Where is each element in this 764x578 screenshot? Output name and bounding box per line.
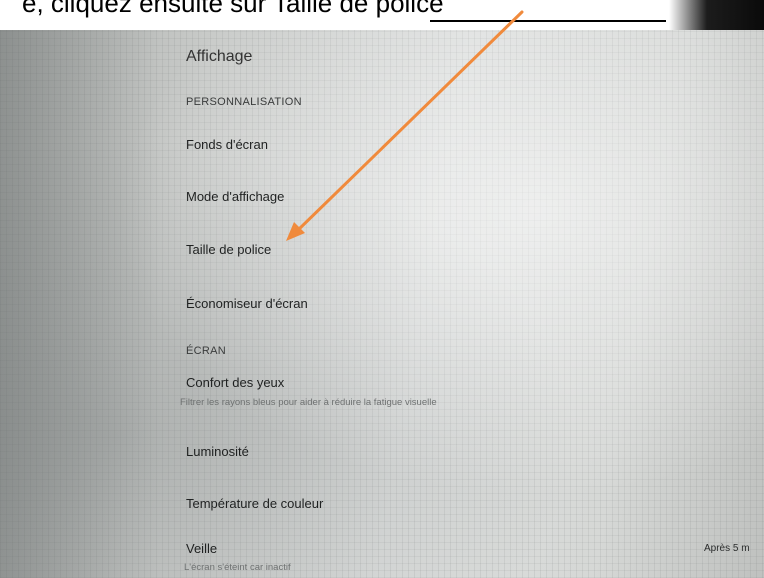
settings-item-description: L'écran s'éteint car inactif	[184, 562, 291, 573]
instruction-caption-text: e, cliquez ensuite sur Taille de police	[22, 0, 444, 18]
photo-dark-edge	[669, 0, 764, 30]
section-header-personnalisation: PERSONNALISATION	[186, 96, 302, 108]
photographed-screen: Affichage PERSONNALISATION Fonds d'écran…	[0, 14, 764, 578]
instruction-caption: e, cliquez ensuite sur Taille de police	[0, 0, 764, 30]
settings-item-description: Filtrer les rayons bleus pour aider à ré…	[180, 397, 437, 408]
settings-item-value: Après 5 m	[704, 543, 750, 554]
page-title: Affichage	[186, 48, 253, 65]
settings-item-label: Mode d'affichage	[186, 189, 285, 204]
caption-underline	[430, 20, 666, 22]
settings-item-veille[interactable]: Veille L'écran s'éteint car inactif Aprè…	[176, 538, 764, 578]
settings-item-label: Taille de police	[186, 242, 272, 257]
settings-item-label: Veille	[186, 541, 218, 556]
settings-item-label: Fonds d'écran	[186, 137, 268, 152]
settings-item-confort-yeux[interactable]: Confort des yeux Filtrer les rayons bleu…	[176, 372, 736, 416]
settings-item-luminosite[interactable]: Luminosité	[176, 438, 736, 474]
settings-item-temperature[interactable]: Température de couleur	[176, 492, 736, 528]
settings-item-label: Température de couleur	[186, 496, 324, 511]
settings-item-mode-affichage[interactable]: Mode d'affichage	[176, 180, 736, 216]
section-header-ecran: ÉCRAN	[186, 345, 227, 357]
settings-item-label: Confort des yeux	[186, 375, 285, 390]
settings-item-fonds-ecran[interactable]: Fonds d'écran	[176, 128, 736, 164]
settings-item-economiseur[interactable]: Économiseur d'écran	[176, 287, 736, 323]
settings-item-label: Économiseur d'écran	[186, 296, 308, 311]
settings-item-taille-police[interactable]: Taille de police	[176, 233, 736, 269]
settings-item-label: Luminosité	[186, 444, 249, 459]
